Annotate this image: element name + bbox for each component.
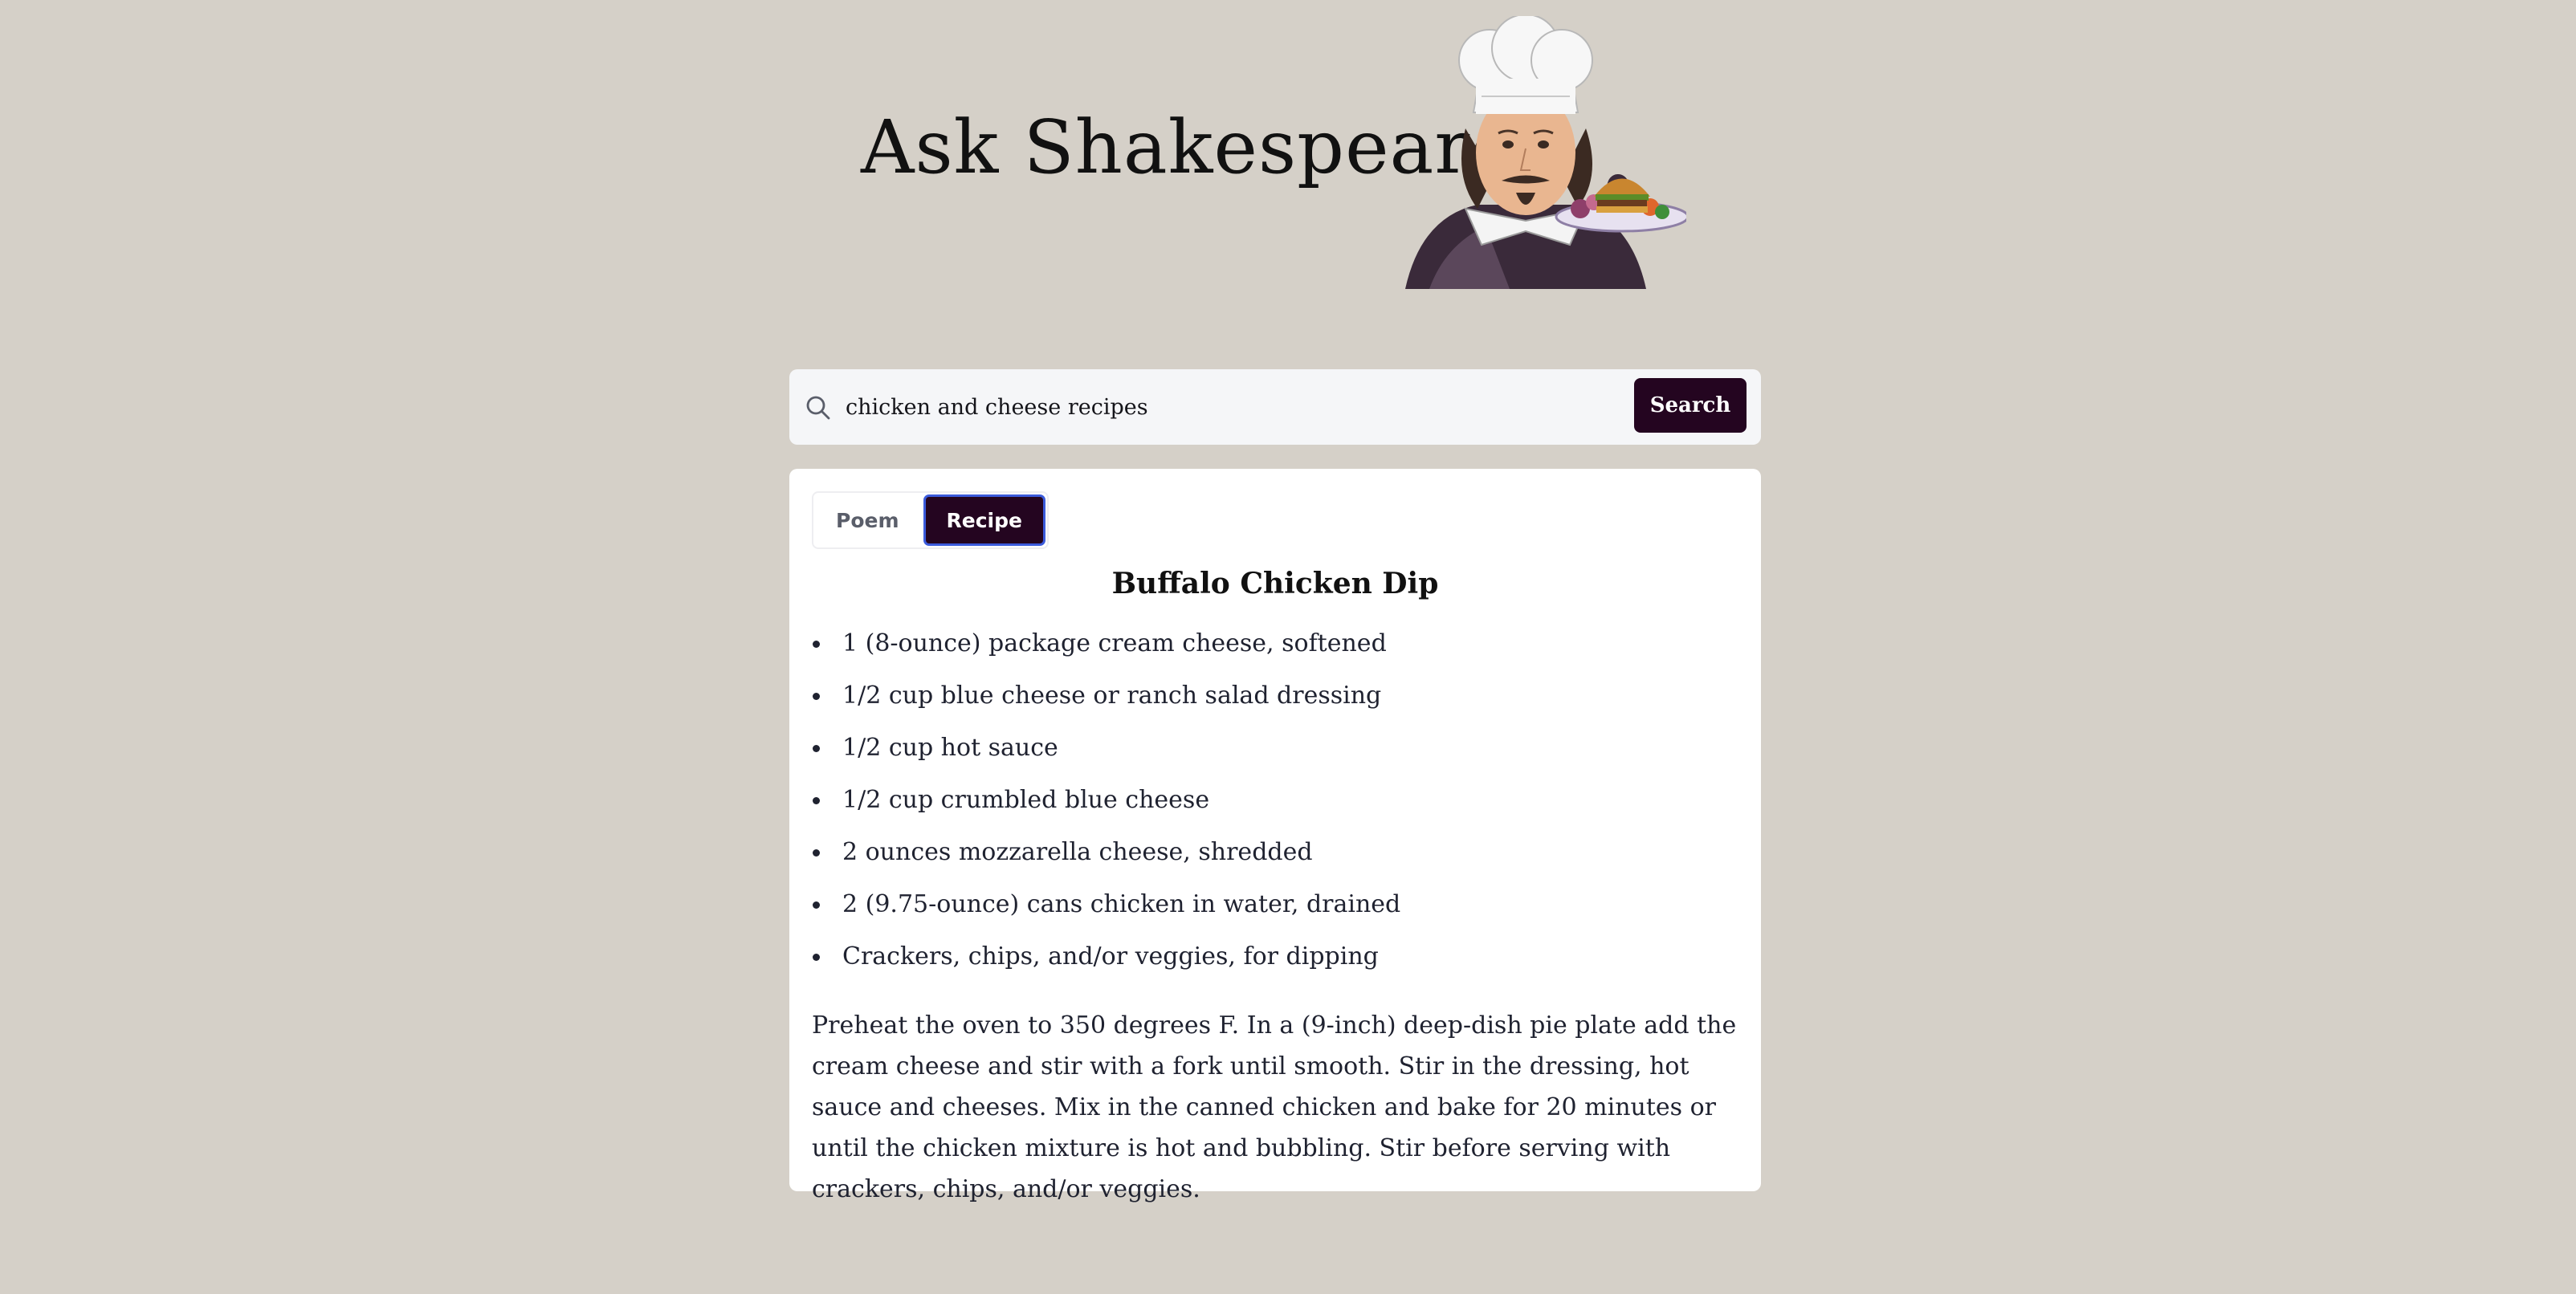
tab-recipe[interactable]: Recipe (923, 494, 1045, 546)
recipe-title: Buffalo Chicken Dip (1111, 567, 1439, 600)
result-card: Poem Recipe Buffalo Chicken Dip 1 (8-oun… (789, 469, 1761, 1203)
ingredient-item: 1/2 cup crumbled blue cheese (813, 774, 1738, 826)
ingredient-list: 1 (8-ounce) package cream cheese, soften… (812, 617, 1738, 983)
search-bar: Search (789, 369, 1761, 445)
ingredient-item: 1/2 cup hot sauce (813, 722, 1738, 774)
search-icon (806, 396, 830, 420)
shakespeare-chef-mascot-icon (1405, 16, 1686, 289)
search-input[interactable] (846, 385, 1584, 429)
tab-bar: Poem Recipe (812, 491, 1049, 549)
recipe-instructions: Preheat the oven to 350 degrees F. In a … (812, 1011, 1737, 1203)
tab-poem[interactable]: Poem (815, 494, 920, 546)
ingredient-item: Crackers, chips, and/or veggies, for dip… (813, 930, 1738, 983)
header: Ask Shakespeare (859, 16, 1694, 297)
ingredient-item: 2 ounces mozzarella cheese, shredded (813, 826, 1738, 878)
ingredient-item: 1/2 cup blue cheese or ranch salad dress… (813, 669, 1738, 722)
ingredient-item: 2 (9.75-ounce) cans chicken in water, dr… (813, 878, 1738, 930)
ingredient-item: 1 (8-ounce) package cream cheese, soften… (813, 617, 1738, 669)
search-button[interactable]: Search (1634, 378, 1747, 433)
